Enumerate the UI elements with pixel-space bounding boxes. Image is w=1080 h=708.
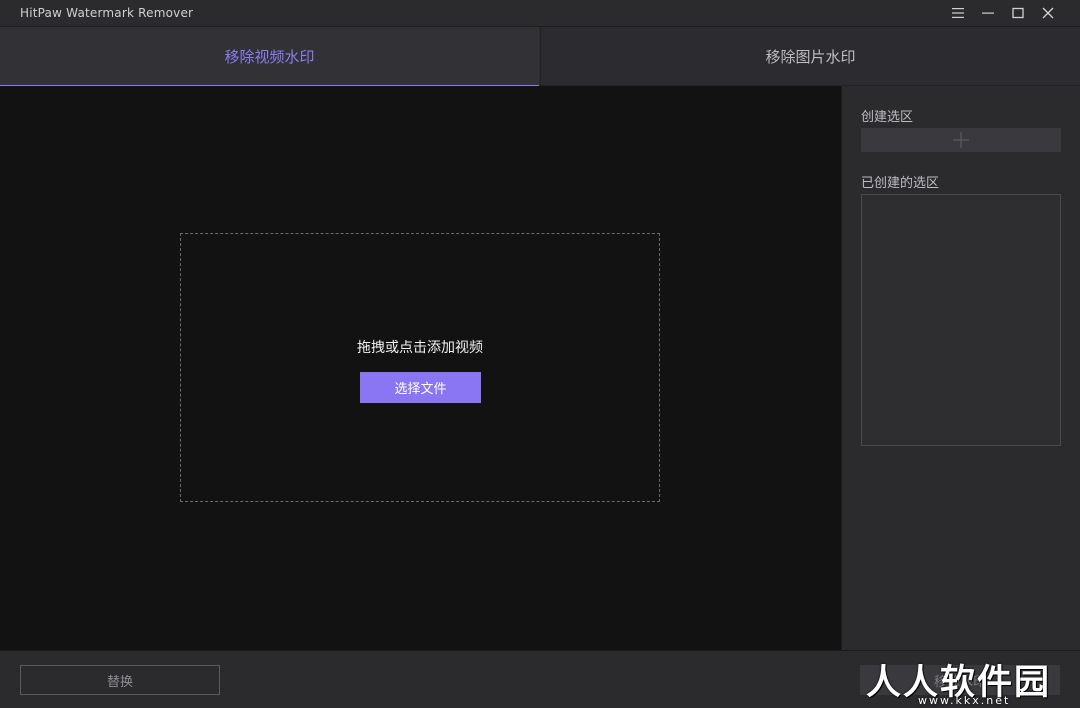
bottom-bar: 替换 移除水印 — [0, 650, 1080, 708]
remove-watermark-button[interactable]: 移除水印 — [860, 665, 1060, 695]
replace-button[interactable]: 替换 — [20, 665, 220, 695]
selection-panel: 创建选区 已创建的选区 — [841, 86, 1080, 650]
menu-button[interactable] — [945, 3, 971, 23]
minimize-button[interactable] — [975, 3, 1001, 23]
created-selections-label: 已创建的选区 — [861, 176, 940, 191]
title-bar: HitPaw Watermark Remover — [0, 0, 1080, 27]
drop-hint: 拖拽或点击添加视频 — [357, 340, 483, 356]
preview-area: 拖拽或点击添加视频 选择文件 — [0, 86, 841, 650]
close-icon — [1042, 7, 1054, 19]
tab-remove-video-watermark[interactable]: 移除视频水印 — [0, 27, 539, 86]
created-selections-list[interactable] — [861, 194, 1061, 446]
plus-icon — [953, 132, 969, 148]
choose-file-button[interactable]: 选择文件 — [360, 372, 481, 403]
create-selection-label: 创建选区 — [861, 110, 914, 125]
maximize-button[interactable] — [1005, 3, 1031, 23]
maximize-icon — [1012, 7, 1024, 19]
hamburger-icon — [952, 8, 964, 18]
tab-remove-image-watermark[interactable]: 移除图片水印 — [540, 27, 1080, 86]
minimize-icon — [982, 12, 994, 14]
add-selection-button[interactable] — [861, 128, 1061, 152]
app-title: HitPaw Watermark Remover — [20, 6, 194, 20]
mode-tabs: 移除视频水印 移除图片水印 — [0, 27, 1080, 86]
close-button[interactable] — [1035, 3, 1061, 23]
video-drop-zone[interactable]: 拖拽或点击添加视频 选择文件 — [180, 233, 660, 502]
